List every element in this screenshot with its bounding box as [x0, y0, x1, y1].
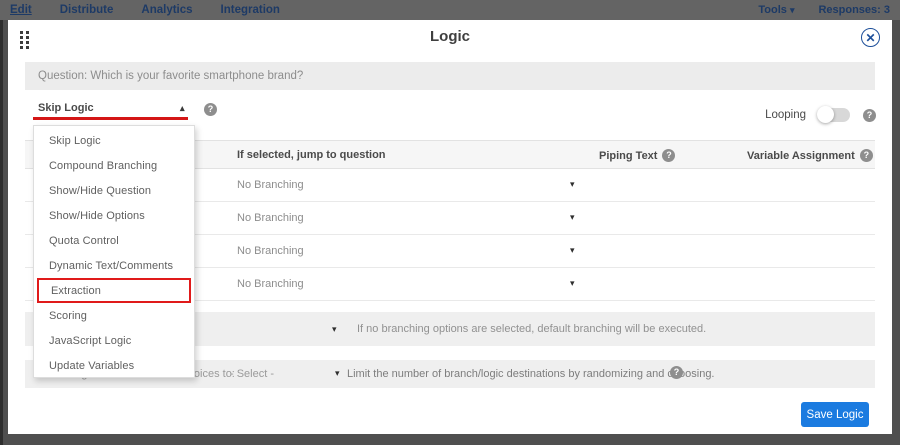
variable-help-icon[interactable]: ?	[860, 149, 873, 162]
menu-item-scoring[interactable]: Scoring	[34, 303, 194, 328]
chevron-down-icon[interactable]: ▾	[570, 245, 575, 256]
jump-select-value[interactable]: No Branching	[237, 212, 304, 224]
menu-item-quota-control[interactable]: Quota Control	[34, 228, 194, 253]
looping-help-icon[interactable]: ?	[863, 109, 876, 122]
chevron-down-icon[interactable]: ▾	[570, 212, 575, 223]
chevron-down-icon[interactable]: ▾	[570, 179, 575, 190]
close-icon[interactable]: ✕	[861, 28, 880, 47]
variable-assignment-label: Variable Assignment	[747, 150, 855, 162]
jump-select-value[interactable]: No Branching	[237, 278, 304, 290]
responses-count: Responses: 3	[818, 4, 890, 16]
chevron-up-icon: ▴	[180, 103, 185, 114]
chevron-down-icon[interactable]: ▾	[332, 324, 337, 335]
menu-item-extraction[interactable]: Extraction	[37, 278, 191, 303]
top-nav-items: Edit Distribute Analytics Integration	[10, 0, 280, 20]
top-nav-right: Tools ▾ Responses: 3	[758, 4, 890, 16]
question-bar: Question: Which is your favorite smartph…	[25, 62, 875, 90]
nav-item-analytics[interactable]: Analytics	[141, 0, 192, 20]
logic-help-icon[interactable]: ?	[204, 103, 217, 116]
nav-item-distribute[interactable]: Distribute	[60, 0, 114, 20]
randomizer-select[interactable]: - Select -	[230, 368, 274, 380]
red-underline-highlight	[33, 117, 188, 120]
randomizer-note: Limit the number of branch/logic destina…	[347, 368, 715, 380]
tools-menu[interactable]: Tools ▾	[758, 4, 794, 16]
chevron-down-icon: ▾	[790, 5, 795, 15]
toggle-knob	[817, 106, 834, 123]
header-variable-assignment: Variable Assignment ?	[747, 149, 873, 162]
page-left-edge	[0, 0, 3, 445]
logic-modal: Logic ✕ Question: Which is your favorite…	[8, 20, 892, 434]
tools-label: Tools	[758, 4, 787, 16]
chevron-down-icon[interactable]: ▾	[335, 368, 340, 379]
randomizer-help-icon[interactable]: ?	[670, 366, 683, 379]
nav-item-integration[interactable]: Integration	[221, 0, 280, 20]
header-jump-to-question: If selected, jump to question	[237, 149, 386, 161]
piping-help-icon[interactable]: ?	[662, 149, 675, 162]
modal-title: Logic	[8, 28, 892, 45]
looping-control: Looping ?	[765, 108, 876, 122]
nav-item-edit[interactable]: Edit	[10, 0, 32, 20]
logic-type-value: Skip Logic	[38, 102, 94, 114]
jump-select-value[interactable]: No Branching	[237, 245, 304, 257]
default-branching-note: If no branching options are selected, de…	[357, 323, 706, 335]
menu-item-skip-logic[interactable]: Skip Logic	[34, 128, 194, 153]
menu-item-update-variables[interactable]: Update Variables	[34, 353, 194, 378]
logic-type-dropdown-menu: Skip Logic Compound Branching Show/Hide …	[33, 125, 195, 378]
menu-item-show-hide-question[interactable]: Show/Hide Question	[34, 178, 194, 203]
save-logic-button[interactable]: Save Logic	[801, 402, 869, 427]
menu-item-show-hide-options[interactable]: Show/Hide Options	[34, 203, 194, 228]
menu-item-dynamic-text-comments[interactable]: Dynamic Text/Comments	[34, 253, 194, 278]
menu-item-javascript-logic[interactable]: JavaScript Logic	[34, 328, 194, 353]
header-piping-text: Piping Text ?	[599, 149, 675, 162]
jump-select-value[interactable]: No Branching	[237, 179, 304, 191]
looping-toggle[interactable]	[819, 108, 850, 122]
top-nav-bar: Edit Distribute Analytics Integration To…	[0, 0, 900, 20]
piping-text-label: Piping Text	[599, 150, 657, 162]
looping-label: Looping	[765, 109, 806, 121]
chevron-down-icon[interactable]: ▾	[570, 278, 575, 289]
logic-type-select[interactable]: Skip Logic ▴	[38, 102, 188, 114]
menu-item-compound-branching[interactable]: Compound Branching	[34, 153, 194, 178]
question-label: Question: Which is your favorite smartph…	[38, 70, 303, 82]
